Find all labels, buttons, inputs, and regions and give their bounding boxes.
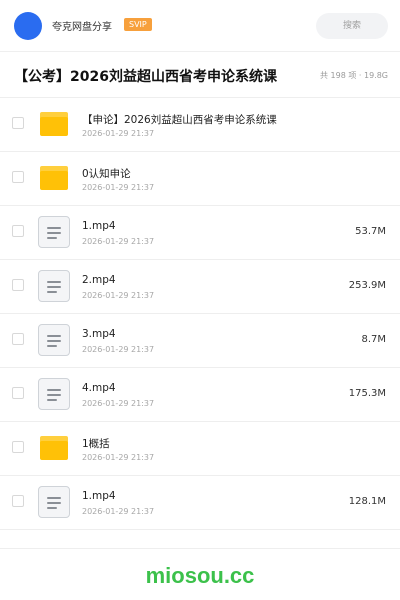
item-size: 128.1M bbox=[348, 496, 386, 507]
list-item[interactable]: 【申论】2026刘益超山西省考申论系统课 2026-01-29 21:37 bbox=[0, 98, 400, 152]
folder-icon bbox=[38, 162, 70, 194]
item-date: 2026-01-29 21:37 bbox=[82, 291, 155, 300]
item-size: 253.9M bbox=[348, 280, 386, 291]
folder-header: 【公考】2026刘益超山西省考申论系统课 共 198 项 · 19.8G bbox=[0, 52, 400, 98]
item-date: 2026-01-29 21:37 bbox=[82, 183, 155, 192]
list-item[interactable]: 0认知申论 2026-01-29 21:37 bbox=[0, 152, 400, 206]
folder-icon bbox=[38, 108, 70, 140]
video-file-icon bbox=[38, 270, 70, 302]
footer: miosou.cc bbox=[0, 548, 400, 600]
select-checkbox[interactable] bbox=[12, 441, 24, 453]
list-item[interactable]: 4.mp4 2026-01-29 21:37 175.3M bbox=[0, 368, 400, 422]
select-checkbox[interactable] bbox=[12, 225, 24, 237]
item-date: 2026-01-29 21:37 bbox=[82, 237, 155, 246]
page-title: 【公考】2026刘益超山西省考申论系统课 bbox=[14, 69, 277, 85]
select-checkbox[interactable] bbox=[12, 279, 24, 291]
list-item[interactable]: 2.mp4 2026-01-29 21:37 253.9M bbox=[0, 260, 400, 314]
folder-meta: 共 198 项 · 19.8G bbox=[320, 71, 388, 80]
item-date: 2026-01-29 21:37 bbox=[82, 453, 155, 462]
item-name: 1.mp4 bbox=[82, 220, 116, 232]
item-date: 2026-01-29 21:37 bbox=[82, 129, 155, 138]
video-file-icon bbox=[38, 378, 70, 410]
watermark-logo: miosou.cc bbox=[145, 563, 255, 588]
item-name: 0认知申论 bbox=[82, 168, 131, 180]
search-button[interactable]: 搜索 bbox=[316, 13, 388, 39]
item-size: 175.3M bbox=[348, 388, 386, 399]
item-name: 2.mp4 bbox=[82, 274, 116, 286]
list-item[interactable]: 1概括 2026-01-29 21:37 bbox=[0, 422, 400, 476]
item-date: 2026-01-29 21:37 bbox=[82, 345, 155, 354]
video-file-icon bbox=[38, 216, 70, 248]
video-file-icon bbox=[38, 324, 70, 356]
select-checkbox[interactable] bbox=[12, 117, 24, 129]
item-name: 【申论】2026刘益超山西省考申论系统课 bbox=[82, 114, 277, 126]
file-list: 【申论】2026刘益超山西省考申论系统课 2026-01-29 21:37 0认… bbox=[0, 98, 400, 530]
list-item[interactable]: 3.mp4 2026-01-29 21:37 8.7M bbox=[0, 314, 400, 368]
item-name: 3.mp4 bbox=[82, 328, 116, 340]
folder-icon bbox=[38, 432, 70, 464]
item-date: 2026-01-29 21:37 bbox=[82, 507, 155, 516]
item-size: 53.7M bbox=[355, 226, 386, 237]
item-name: 1概括 bbox=[82, 438, 110, 450]
item-size: 8.7M bbox=[361, 334, 386, 345]
share-page: 夸克网盘分享 SVIP 搜索 【公考】2026刘益超山西省考申论系统课 共 19… bbox=[0, 0, 400, 600]
list-item[interactable]: 1.mp4 2026-01-29 21:37 128.1M bbox=[0, 476, 400, 530]
select-checkbox[interactable] bbox=[12, 171, 24, 183]
video-file-icon bbox=[38, 486, 70, 518]
brand-name: 夸克网盘分享 bbox=[52, 22, 112, 33]
svip-badge: SVIP bbox=[124, 18, 152, 31]
select-checkbox[interactable] bbox=[12, 333, 24, 345]
item-date: 2026-01-29 21:37 bbox=[82, 399, 155, 408]
item-name: 4.mp4 bbox=[82, 382, 116, 394]
item-name: 1.mp4 bbox=[82, 490, 116, 502]
select-checkbox[interactable] bbox=[12, 495, 24, 507]
list-item[interactable]: 1.mp4 2026-01-29 21:37 53.7M bbox=[0, 206, 400, 260]
top-bar: 夸克网盘分享 SVIP 搜索 bbox=[0, 0, 400, 52]
avatar[interactable] bbox=[14, 12, 42, 40]
select-checkbox[interactable] bbox=[12, 387, 24, 399]
